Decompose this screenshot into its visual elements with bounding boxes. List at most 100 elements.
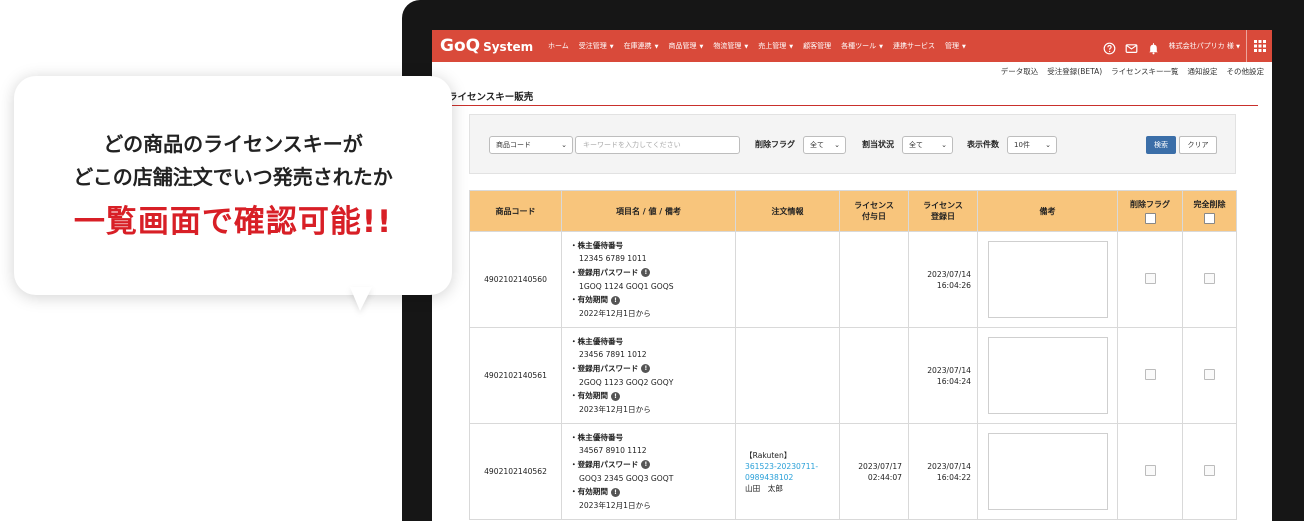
nav-item-7[interactable]: 各種ツール ▼ xyxy=(841,41,883,51)
subnav-link-3[interactable]: 通知設定 xyxy=(1188,66,1218,77)
info-icon[interactable]: ! xyxy=(641,460,651,470)
table-body: 4902102140560 ・株主優待番号 12345 6789 1011 ・登録用パ… xyxy=(469,231,1237,520)
chevron-down-icon: ▼ xyxy=(1236,44,1240,50)
registered-date-cell: 2023/07/14 16:04:22 xyxy=(908,423,978,520)
memo-textarea[interactable] xyxy=(987,337,1108,414)
stage: GoQ System ホーム 受注管理 ▼ 在庫連携 ▼ 商品管理 ▼ 物流管理 ▼ 売上管理 ▼ 顧客… xyxy=(0,0,1304,521)
delete-flag-checkbox[interactable] xyxy=(1144,465,1156,476)
info-icon[interactable]: ! xyxy=(641,364,651,374)
account-menu[interactable]: 株式会社パプリカ 様 ▼ xyxy=(1169,41,1240,51)
header-delete-flag: 削除フラグ xyxy=(1117,190,1183,232)
display-count-label: 表示件数 xyxy=(967,140,999,149)
select-all-full-delete-checkbox[interactable] xyxy=(1204,212,1215,224)
table-row: 4902102140560 ・株主優待番号 12345 6789 1011 ・登録用パ… xyxy=(469,231,1237,328)
speech-bubble: どの商品のライセンスキーが どこの店舗注文でいつ発売されたか 一覧画面で確認可能… xyxy=(14,76,452,295)
display-count-select[interactable]: 10件 ⌄ xyxy=(1007,136,1057,154)
search-field-select[interactable]: 商品コード ⌄ xyxy=(489,136,573,154)
memo-cell xyxy=(977,327,1118,424)
nav-item-8[interactable]: 連携サービス xyxy=(893,41,935,51)
select-all-delete-flag-checkbox[interactable] xyxy=(1144,212,1156,224)
header-full-delete-label: 完全削除 xyxy=(1193,199,1226,209)
assign-status-select[interactable]: 全て ⌄ xyxy=(902,136,953,154)
nav-item-9[interactable]: 管理 ▼ xyxy=(945,41,966,51)
app-grid-button[interactable] xyxy=(1246,30,1272,62)
order-number-part1: 361523-20230711- xyxy=(745,461,819,471)
bell-icon[interactable] xyxy=(1147,40,1160,54)
nav-item-label: 商品管理 xyxy=(668,42,697,50)
memo-textarea[interactable] xyxy=(987,241,1108,318)
order-number-link[interactable] xyxy=(745,370,839,381)
delete-flag-checkbox[interactable] xyxy=(1144,369,1156,380)
nav-item-5[interactable]: 売上管理 ▼ xyxy=(758,41,793,51)
header-assigned-line2: 付与日 xyxy=(862,212,886,221)
header-assigned-line1: ライセンス xyxy=(854,201,894,210)
help-icon[interactable] xyxy=(1103,40,1116,54)
chevron-down-icon: ▼ xyxy=(744,44,749,50)
header-registered-date: ライセンス 登録日 xyxy=(908,190,978,232)
item-key-row: ・有効期間! xyxy=(570,293,735,307)
nav-right-area: 株式会社パプリカ 様 ▼ xyxy=(1103,30,1272,62)
bubble-line-1: どの商品のライセンスキーが xyxy=(103,132,363,156)
subnav-link-0[interactable]: データ取込 xyxy=(1001,66,1039,77)
memo-textarea[interactable] xyxy=(987,433,1108,510)
item-value: GOQ3 2345 GOQ3 GOQT xyxy=(579,473,674,483)
item-key: ・株主優待番号 xyxy=(570,240,624,250)
table-header-row: 商品コード 項目名 / 値 / 備考 注文情報 ライセンス 付与日 ライセンス 登録… xyxy=(469,190,1237,232)
info-icon[interactable]: ! xyxy=(610,391,620,401)
info-icon[interactable]: ! xyxy=(610,295,620,305)
item-key-row: ・有効期間! xyxy=(570,389,735,403)
full-delete-checkbox[interactable] xyxy=(1204,273,1215,284)
delete-flag-value: 全て xyxy=(810,141,824,149)
order-info-cell: 【Rakuten】 361523-20230711- 0989438102 山田 太郎 xyxy=(735,423,840,520)
full-delete-checkbox[interactable] xyxy=(1204,465,1215,476)
clear-button[interactable]: クリア xyxy=(1179,136,1217,154)
order-number-link[interactable]: 361523-20230711- 0989438102 xyxy=(745,461,839,483)
header-registered-line2: 登録日 xyxy=(931,212,955,221)
table-row: 4902102140562 ・株主優待番号 34567 8910 1112 ・登録用パ… xyxy=(469,423,1237,520)
item-key: ・有効期間 xyxy=(570,295,608,305)
display-count-value: 10件 xyxy=(1014,141,1030,149)
search-button[interactable]: 検索 xyxy=(1146,136,1176,154)
nav-item-4[interactable]: 物流管理 ▼ xyxy=(713,41,748,51)
subnav-link-2[interactable]: ライセンスキー一覧 xyxy=(1111,66,1178,77)
subnav-link-4[interactable]: その他設定 xyxy=(1227,66,1265,77)
item-key-row: ・有効期間! xyxy=(570,485,735,499)
item-detail-cell: ・株主優待番号 23456 7891 1012 ・登録用パスワード! 2GOQ 112… xyxy=(561,327,736,424)
assigned-date-cell xyxy=(839,327,909,424)
item-value: 12345 6789 1011 xyxy=(579,254,647,264)
nav-item-label: 各種ツール xyxy=(841,42,877,50)
product-code: 4902102140562 xyxy=(484,467,547,476)
nav-item-label: 受注管理 xyxy=(578,42,607,50)
keyword-input[interactable]: キーワードを入力してください xyxy=(575,136,740,154)
info-icon[interactable]: ! xyxy=(610,487,620,497)
delete-flag-select[interactable]: 全て ⌄ xyxy=(803,136,846,154)
delete-flag-checkbox[interactable] xyxy=(1144,273,1156,284)
delete-flag-cell xyxy=(1117,231,1183,328)
order-number-part2: 0989438102 xyxy=(745,472,794,482)
nav-item-1[interactable]: 受注管理 ▼ xyxy=(579,41,614,51)
nav-item-2[interactable]: 在庫連携 ▼ xyxy=(624,41,659,51)
registered-date: 2023/07/14 xyxy=(927,365,971,375)
product-code: 4902102140560 xyxy=(484,275,547,284)
info-icon[interactable]: ! xyxy=(641,268,651,278)
item-value: 2022年12月1日から xyxy=(579,308,651,318)
subnav-link-1[interactable]: 受注登録(BETA) xyxy=(1047,66,1102,77)
nav-item-6[interactable]: 顧客管理 xyxy=(803,41,831,51)
nav-item-0[interactable]: ホーム xyxy=(548,41,569,51)
item-key: ・株主優待番号 xyxy=(570,336,624,346)
order-number-link[interactable] xyxy=(745,274,839,285)
nav-item-3[interactable]: 商品管理 ▼ xyxy=(669,41,704,51)
item-key: ・登録用パスワード xyxy=(570,459,639,469)
header-product-code: 商品コード xyxy=(469,190,562,232)
item-key: ・有効期間 xyxy=(570,391,608,401)
goq-logo[interactable]: GoQ System xyxy=(440,36,540,56)
chevron-down-icon: ▼ xyxy=(654,44,659,50)
full-delete-cell xyxy=(1182,327,1237,424)
filter-panel: 商品コード ⌄ キーワードを入力してください 削除フラグ 全て ⌄ 割当状況 全て ⌄… xyxy=(469,114,1236,174)
item-value: 34567 8910 1112 xyxy=(579,446,647,456)
item-key: ・株主優待番号 xyxy=(570,432,624,442)
full-delete-checkbox[interactable] xyxy=(1204,369,1215,380)
registered-time: 16:04:26 xyxy=(936,280,971,290)
chevron-down-icon: ▼ xyxy=(879,44,883,50)
mail-icon[interactable] xyxy=(1125,40,1138,53)
